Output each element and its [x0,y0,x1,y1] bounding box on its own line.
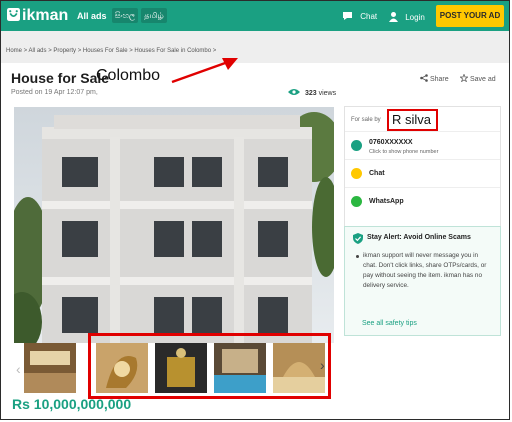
safety-title: Stay Alert: Avoid Online Scams [367,234,471,241]
share-icon [420,74,428,82]
all-ads-link[interactable]: All ads [77,11,107,21]
shield-icon [353,233,363,244]
safety-body: ikman support will never message you in … [363,252,487,289]
save-ad-button[interactable]: Save ad [459,73,496,83]
views-count: 323 [304,90,317,97]
listing-title: House for Sale [11,70,110,86]
star-icon [459,73,469,83]
main-listing-photo[interactable] [14,107,334,343]
chat-nav[interactable]: Chat [342,11,377,21]
user-icon [389,12,398,22]
annotation-arrow-breadcrumb [171,58,238,84]
seller-label: For sale by [351,117,381,123]
eye-icon [288,89,300,95]
seller-name: R silva [387,109,438,131]
house-photo-image [14,107,334,343]
breadcrumb-band [1,31,509,63]
login-nav[interactable]: Login [388,11,425,22]
lang-sinhala-button[interactable]: සිංහල [112,8,138,23]
posted-date: Posted on 19 Apr 12:07 pm, [11,89,98,96]
share-button[interactable]: Share [420,74,449,83]
whatsapp-row[interactable]: WhatsApp [345,187,500,216]
post-your-ad-button[interactable]: POST YOUR AD [436,5,504,27]
whatsapp-label: WhatsApp [369,198,404,205]
views-counter: 323 views [288,88,336,97]
ikman-logo[interactable]: ikman [7,7,68,25]
title-annotation: Colombo [96,67,161,84]
phone-hint: Click to show phone number [369,149,439,155]
views-label: views [318,90,337,97]
phone-number: 0760XXXXXX [369,139,413,146]
bullet-dot [356,255,359,258]
share-label: Share [429,76,449,83]
thumbnail-1[interactable] [24,343,76,393]
chat-label: Chat [369,170,385,177]
safety-tips-link[interactable]: See all safety tips [362,320,417,327]
phone-icon [351,140,362,151]
top-navbar: ikman All ads සිංහල தமிழ் Chat Login POS… [1,1,509,31]
safety-tips-card: Stay Alert: Avoid Online Scams ikman sup… [344,226,501,336]
chat-nav-label: Chat [360,12,378,21]
logo-smile-icon [7,8,20,21]
logo-text: ikman [22,7,69,24]
annotation-thumbnails-highlight [88,333,331,399]
lang-tamil-button[interactable]: தமிழ் [141,8,167,23]
phone-row[interactable]: 0760XXXXXX Click to show phone number [345,131,500,160]
chat-row[interactable]: Chat [345,159,500,188]
chat-icon [351,168,362,179]
login-label: Login [405,13,425,22]
save-ad-label: Save ad [469,76,496,83]
listing-price: Rs 10,000,000,000 [12,396,132,412]
whatsapp-icon [351,196,362,207]
chat-bubble-icon [343,12,352,20]
thumbnail-1-image [24,343,76,393]
seller-card: For sale by R silva 0760XXXXXX Click to … [344,106,501,228]
